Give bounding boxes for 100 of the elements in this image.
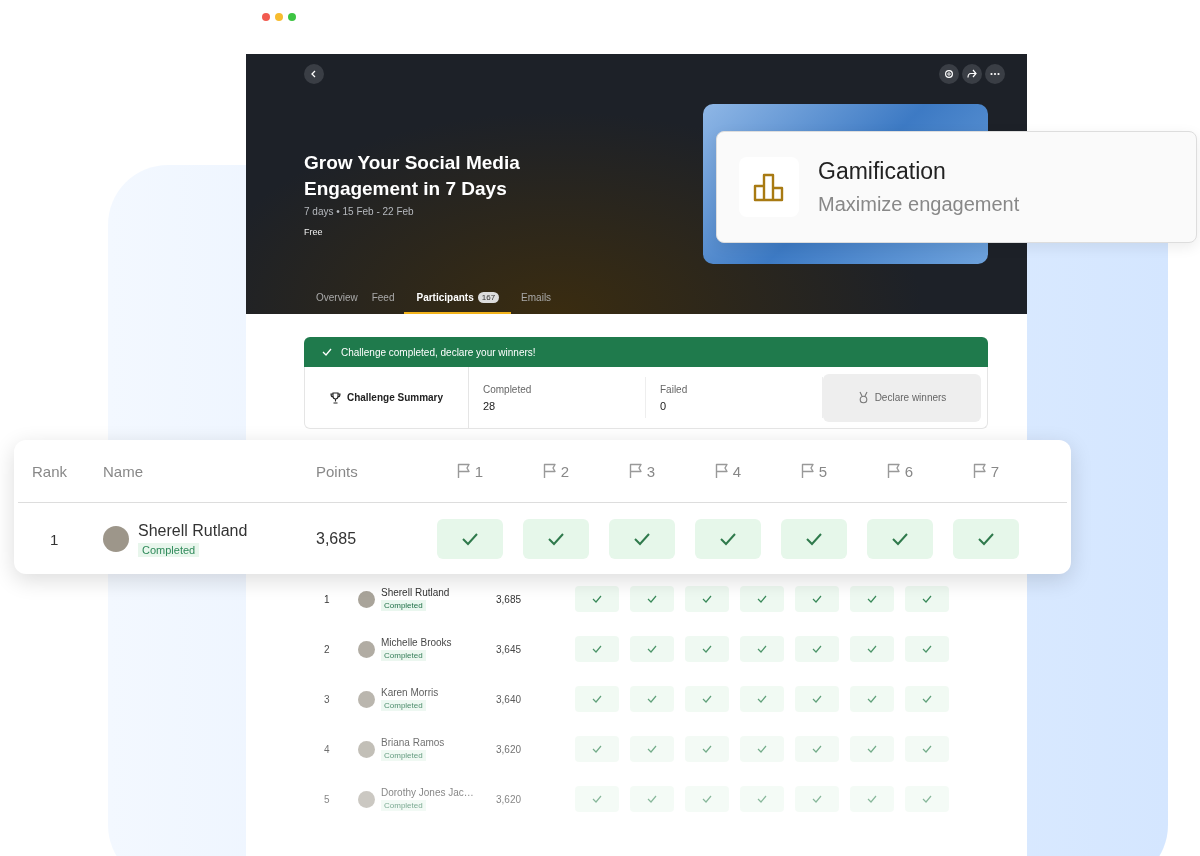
check-icon — [592, 795, 602, 803]
tab[interactable]: Participants 167 — [404, 292, 512, 314]
tab[interactable]: Feed — [367, 292, 399, 314]
price-label: Free — [304, 227, 324, 237]
stat-value: 28 — [482, 399, 497, 412]
bar-chart-icon — [753, 172, 785, 202]
share-icon — [967, 69, 977, 79]
check-icon — [922, 645, 932, 653]
check-icon — [592, 695, 602, 703]
stat-label: Failed — [660, 383, 689, 395]
check-icon — [719, 532, 737, 546]
points-value: 3,685 — [316, 530, 358, 548]
day-number: 1 — [474, 462, 484, 480]
check-icon — [647, 645, 657, 653]
day-number: 4 — [732, 462, 742, 480]
day-number: 6 — [904, 462, 914, 480]
participant-name: Michelle Brooks — [381, 637, 453, 648]
feature-subtitle: Maximize engagement — [818, 193, 1020, 216]
rank-number: 5 — [323, 793, 331, 805]
share-button[interactable] — [962, 64, 982, 84]
check-icon — [322, 348, 332, 356]
check-icon — [867, 795, 877, 803]
more-button[interactable] — [985, 64, 1005, 84]
flag-icon — [542, 463, 557, 479]
points-value: 3,685 — [496, 593, 523, 605]
status-badge: Completed — [381, 650, 426, 661]
check-icon — [812, 595, 822, 603]
check-icon — [812, 645, 822, 653]
avatar — [358, 740, 375, 758]
avatar — [358, 590, 375, 608]
flag-icon — [886, 463, 901, 479]
summary-title: Challenge Summary — [346, 392, 444, 403]
avatar — [103, 526, 129, 552]
check-icon — [647, 745, 657, 753]
check-icon — [547, 532, 565, 546]
day-number: 5 — [818, 462, 828, 480]
flag-icon — [972, 463, 987, 479]
check-icon — [461, 532, 479, 546]
minimize-dot-icon — [275, 13, 283, 21]
check-icon — [812, 795, 822, 803]
avatar — [358, 640, 375, 658]
check-icon — [592, 595, 602, 603]
settings-icon — [944, 69, 954, 79]
check-icon — [867, 595, 877, 603]
rank-number: 1 — [49, 530, 60, 548]
check-icon — [757, 795, 767, 803]
status-badge: Completed — [381, 700, 426, 711]
flag-icon — [628, 463, 643, 479]
declare-winners-button[interactable]: Declare winners — [823, 373, 981, 422]
tab[interactable]: Overview — [312, 292, 362, 314]
points-value: 3,645 — [496, 643, 523, 655]
check-icon — [757, 745, 767, 753]
points-value: 3,640 — [496, 693, 523, 705]
check-icon — [647, 795, 657, 803]
check-icon — [592, 645, 602, 653]
participant-name: Briana Ramos — [381, 737, 446, 748]
rank-number: 4 — [323, 743, 331, 755]
check-icon — [702, 695, 712, 703]
column-header: Rank — [31, 462, 69, 480]
back-button[interactable] — [304, 64, 324, 84]
participant-name: Dorothy Jones Jac… — [381, 787, 475, 798]
status-badge: Completed — [381, 600, 426, 611]
status-badge: Completed — [381, 750, 426, 761]
close-dot-icon — [262, 13, 270, 21]
check-icon — [922, 795, 932, 803]
status-badge: Completed — [381, 800, 426, 811]
check-icon — [812, 745, 822, 753]
check-icon — [702, 645, 712, 653]
check-icon — [647, 695, 657, 703]
check-icon — [702, 595, 712, 603]
challenge-title: Grow Your Social Media Engagement in 7 Days — [304, 151, 521, 201]
banner-message: Challenge completed, declare your winners! — [341, 346, 536, 358]
check-icon — [702, 745, 712, 753]
rank-number: 1 — [323, 593, 331, 605]
participant-name: Karen Morris — [381, 687, 440, 698]
settings-button[interactable] — [939, 64, 959, 84]
tab[interactable]: Emails — [517, 292, 556, 314]
count-badge: 167 — [477, 292, 500, 303]
check-icon — [891, 532, 909, 546]
stat-value: 0 — [660, 399, 668, 412]
check-icon — [633, 532, 651, 546]
check-icon — [977, 532, 995, 546]
check-icon — [757, 645, 767, 653]
points-value: 3,620 — [496, 743, 523, 755]
column-header: Points — [316, 462, 359, 480]
check-icon — [805, 532, 823, 546]
day-number: 2 — [560, 462, 570, 480]
check-icon — [867, 645, 877, 653]
rank-number: 3 — [323, 693, 331, 705]
participant-name: Sherell Rutland — [138, 521, 248, 540]
day-number: 3 — [646, 462, 656, 480]
medal-icon — [857, 391, 869, 404]
flag-icon — [800, 463, 815, 479]
rank-number: 2 — [323, 643, 331, 655]
check-icon — [867, 695, 877, 703]
more-icon — [990, 72, 1000, 76]
check-icon — [922, 595, 932, 603]
trophy-icon — [329, 391, 341, 404]
flag-icon — [714, 463, 729, 479]
status-badge: Completed — [138, 542, 200, 557]
